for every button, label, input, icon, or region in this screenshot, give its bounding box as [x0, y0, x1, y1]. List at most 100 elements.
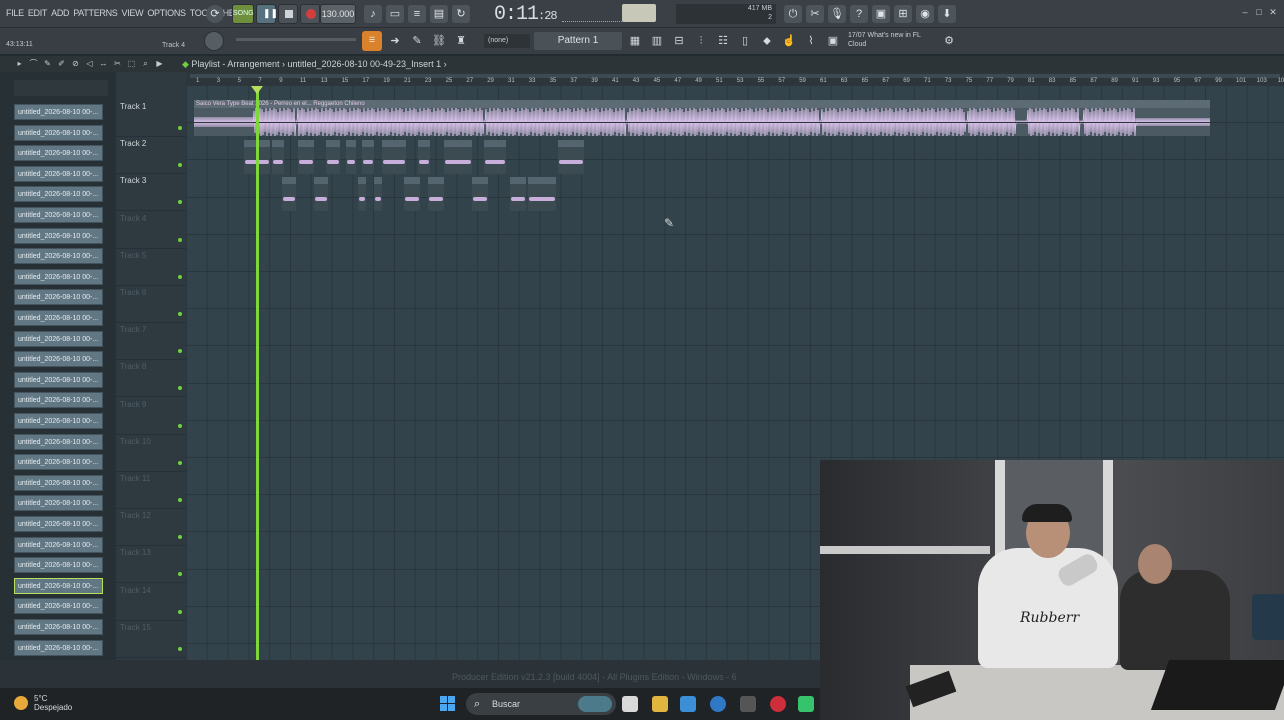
audio-clip[interactable] — [282, 177, 296, 211]
audio-clip[interactable] — [382, 140, 406, 174]
record-button[interactable] — [300, 4, 320, 24]
zoom-icon[interactable]: ⌕ — [140, 59, 151, 69]
audio-clip[interactable] — [346, 140, 356, 174]
track-header[interactable]: Track 8 — [116, 360, 186, 398]
audio-clip[interactable] — [326, 140, 340, 174]
track-header[interactable]: Track 14 — [116, 584, 186, 621]
picker-item[interactable]: untitled_2026-08-10 00-... — [14, 495, 103, 512]
piano-roll-icon[interactable]: ⊟ — [670, 32, 688, 50]
master-volume-knob[interactable] — [204, 31, 224, 51]
menu-file[interactable]: FILE — [6, 8, 24, 18]
tempo-display[interactable]: 130.000 — [320, 4, 356, 24]
track-header[interactable]: Track 7 — [116, 323, 186, 361]
picker-item[interactable]: untitled_2026-08-10 00-... — [14, 145, 103, 162]
picker-item[interactable]: untitled_2026-08-10 00-... — [14, 165, 103, 182]
stop-button[interactable] — [278, 4, 298, 24]
picker-item[interactable]: untitled_2026-08-10 00-... — [14, 310, 103, 326]
picker-item[interactable]: untitled_2026-08-10 00-... — [14, 330, 103, 347]
track-led-icon[interactable] — [178, 535, 182, 540]
menu-arrow-icon[interactable]: ▸ — [14, 59, 25, 69]
track-header[interactable]: Track 2 — [116, 137, 186, 175]
track-led-icon[interactable] — [178, 274, 182, 279]
picker-item[interactable]: untitled_2026-08-10 00-... — [14, 351, 103, 368]
audio-clip[interactable] — [314, 177, 328, 211]
channel-rack-icon[interactable]: ▥ — [648, 32, 666, 50]
menu-options[interactable]: OPTIONS — [147, 8, 186, 18]
mixer-icon[interactable]: ⊞ — [894, 5, 912, 23]
touch-icon[interactable]: ☝ — [780, 32, 798, 50]
track-header[interactable]: Track 6 — [116, 286, 186, 323]
picker-item[interactable]: untitled_2026-08-10 00-... — [14, 124, 103, 141]
track-led-icon[interactable] — [178, 349, 182, 354]
track-header[interactable]: Track 4 — [116, 212, 186, 249]
store-icon[interactable] — [680, 696, 696, 712]
menu-edit[interactable]: EDIT — [28, 8, 48, 18]
picker-item[interactable]: untitled_2026-08-10 00-... — [14, 207, 103, 223]
browser-icon[interactable]: ☷ — [714, 32, 732, 50]
settings-icon[interactable]: ⚙ — [940, 32, 958, 50]
track-led-icon[interactable] — [178, 498, 182, 502]
link-icon[interactable]: ⛓ — [430, 32, 448, 50]
delete-icon[interactable]: ⊘ — [70, 59, 81, 69]
play-button[interactable]: ❚❚ — [256, 4, 278, 24]
magnet-icon[interactable]: ⌒ — [28, 59, 39, 69]
playhead[interactable] — [256, 86, 259, 660]
mute-icon[interactable]: ◁ — [84, 59, 95, 69]
weather-widget[interactable]: 5°C Despejado — [14, 694, 72, 712]
mic-icon[interactable]: 🎙 — [828, 5, 846, 23]
select-icon[interactable]: ⬚ — [126, 59, 137, 69]
opera-icon[interactable] — [770, 696, 786, 712]
track-led-icon[interactable] — [178, 609, 182, 614]
track-header[interactable]: Track 12 — [116, 509, 186, 547]
track-led-icon[interactable] — [178, 386, 182, 391]
edge-icon[interactable] — [710, 696, 726, 712]
track-header[interactable]: Track 3 — [116, 174, 186, 212]
cut-icon[interactable]: ✂ — [806, 5, 824, 23]
pat-song-toggle[interactable]: SONG — [232, 4, 254, 24]
maximize-icon[interactable]: □ — [1254, 8, 1264, 17]
menu-patterns[interactable]: PATTERNS — [73, 8, 118, 18]
snap-button[interactable]: ☰ — [362, 31, 382, 51]
picker-item[interactable]: untitled_2026-08-10 00-... — [14, 248, 103, 265]
picker-item[interactable]: untitled_2026-08-10 00-... — [14, 433, 103, 450]
power-icon[interactable]: ⏻ — [784, 5, 802, 23]
track-led-icon[interactable] — [178, 572, 182, 577]
wait-input-icon[interactable]: ▭ — [386, 5, 404, 23]
audio-clip[interactable] — [484, 140, 506, 174]
track-header[interactable]: Track 13 — [116, 546, 186, 584]
windows-start-icon[interactable] — [440, 696, 456, 712]
audio-clip[interactable] — [272, 140, 284, 174]
picker-item[interactable]: untitled_2026-08-10 00-... — [14, 268, 103, 285]
picker-item[interactable]: untitled_2026-08-10 00-... — [14, 474, 103, 491]
picker-item[interactable]: untitled_2026-08-10 00-... — [14, 289, 103, 306]
menu-view[interactable]: VIEW — [122, 8, 144, 18]
track-led-icon[interactable] — [178, 200, 182, 205]
cables-icon[interactable]: ⌇ — [802, 32, 820, 50]
track-led-icon[interactable] — [178, 423, 182, 428]
audio-clip-main[interactable]: Saico Vera Type Beat 2026 - Perreo en el… — [194, 100, 1210, 136]
file-icon[interactable]: ▯ — [736, 32, 754, 50]
app-icon[interactable] — [740, 696, 756, 712]
audio-clip[interactable] — [528, 177, 556, 211]
refresh-icon[interactable]: ⟳ — [206, 5, 224, 23]
step-edit-icon[interactable]: ▤ — [430, 5, 448, 23]
picker-item[interactable]: untitled_2026-08-10 00-... — [14, 186, 103, 203]
picker-item[interactable]: untitled_2026-08-10 00-... — [14, 619, 103, 635]
play-icon[interactable]: ▶ — [154, 59, 165, 69]
track-led-icon[interactable] — [178, 237, 182, 242]
pencil-icon[interactable]: ✎ — [408, 32, 426, 50]
audio-clip[interactable] — [418, 140, 430, 174]
playlist-arrow-icon[interactable]: ◆ — [182, 59, 191, 69]
audio-clip[interactable] — [298, 140, 314, 174]
picker-item[interactable]: untitled_2026-08-10 00-... — [14, 557, 103, 574]
shop-icon[interactable]: ▣ — [824, 32, 842, 50]
audio-clip[interactable] — [510, 177, 526, 211]
track-header[interactable]: Track 15 — [116, 621, 186, 658]
picker-item[interactable]: untitled_2026-08-10 00-... — [14, 516, 103, 532]
stamp-icon[interactable]: ♜ — [452, 32, 470, 50]
metronome-icon[interactable]: ♪ — [364, 5, 382, 23]
playhead-marker[interactable] — [251, 86, 263, 94]
track-header[interactable]: Track 5 — [116, 249, 186, 286]
mixer-view-icon[interactable]: ⫶ — [692, 32, 710, 50]
track-header[interactable]: Track 11 — [116, 472, 186, 509]
